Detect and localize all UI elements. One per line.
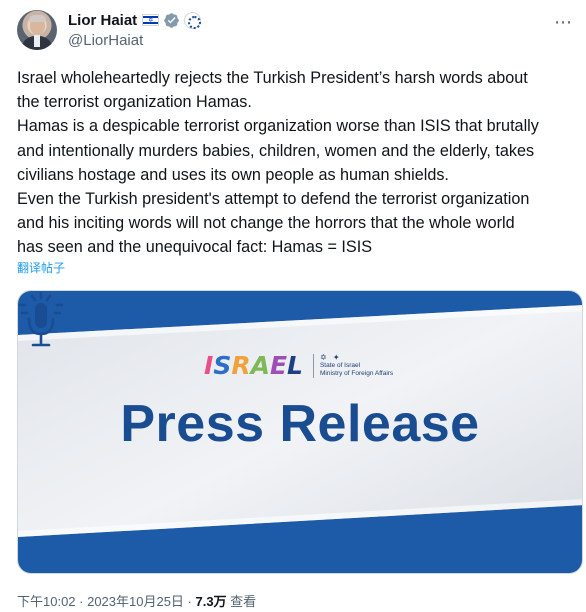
translate-post-link[interactable]: 翻译帖子 (17, 259, 65, 276)
author-display-name[interactable]: Lior Haiat (68, 12, 137, 29)
israel-wordmark: ISRAEL (204, 351, 303, 380)
press-release-headline: Press Release (120, 395, 480, 453)
timestamp[interactable]: 下午10:02 · 2023年10月25日 · (17, 594, 195, 609)
views-count: 7.3万 (195, 594, 227, 609)
ministry-logo: ISRAEL ✡ ✦ State of Israel Ministry of F… (204, 351, 393, 380)
verified-badge-icon[interactable] (163, 12, 180, 29)
tweet-line: Even the Turkish president's attempt to … (17, 190, 530, 209)
tweet-text: Israel wholeheartedly rejects the Turkis… (17, 66, 581, 260)
microphone-icon (18, 291, 64, 347)
tweet-line: the terrorist organization Hamas. (17, 93, 252, 112)
government-emblem-icon (184, 11, 202, 29)
tweet-meta: 下午10:02 · 2023年10月25日 · 7.3万 查看 (17, 591, 256, 610)
israel-flag-icon: ✡ (142, 14, 160, 26)
ministry-line-2: Ministry of Foreign Affairs (319, 369, 394, 377)
author-name-row: Lior Haiat ✡ (68, 10, 202, 30)
tweet-line: Hamas is a despicable terrorist organiza… (17, 117, 539, 136)
tweet-line: and intentionally murders babies, childr… (17, 141, 535, 160)
avatar[interactable] (17, 10, 57, 50)
tweet-header: Lior Haiat ✡ @LiorHaiat ⋯ (17, 10, 577, 54)
tweet-line: has seen and the unequivocal fact: Hamas… (17, 238, 372, 257)
ministry-label: ✡ ✦ State of Israel Ministry of Foreign … (312, 352, 394, 378)
tweet-line: and his inciting words will not change t… (17, 214, 515, 233)
media-image[interactable]: ISRAEL ✡ ✦ State of Israel Ministry of F… (17, 290, 583, 574)
state-emblem-icon: ✡ ✦ (319, 352, 342, 362)
author-handle[interactable]: @LiorHaiat (68, 32, 143, 49)
tweet-line: Israel wholeheartedly rejects the Turkis… (17, 69, 528, 87)
more-options-icon[interactable]: ⋯ (554, 12, 573, 33)
ministry-line-1: State of Israel (319, 361, 361, 369)
tweet-line: civilians hostage and uses its own peopl… (17, 165, 449, 184)
views-label: 查看 (226, 594, 257, 609)
